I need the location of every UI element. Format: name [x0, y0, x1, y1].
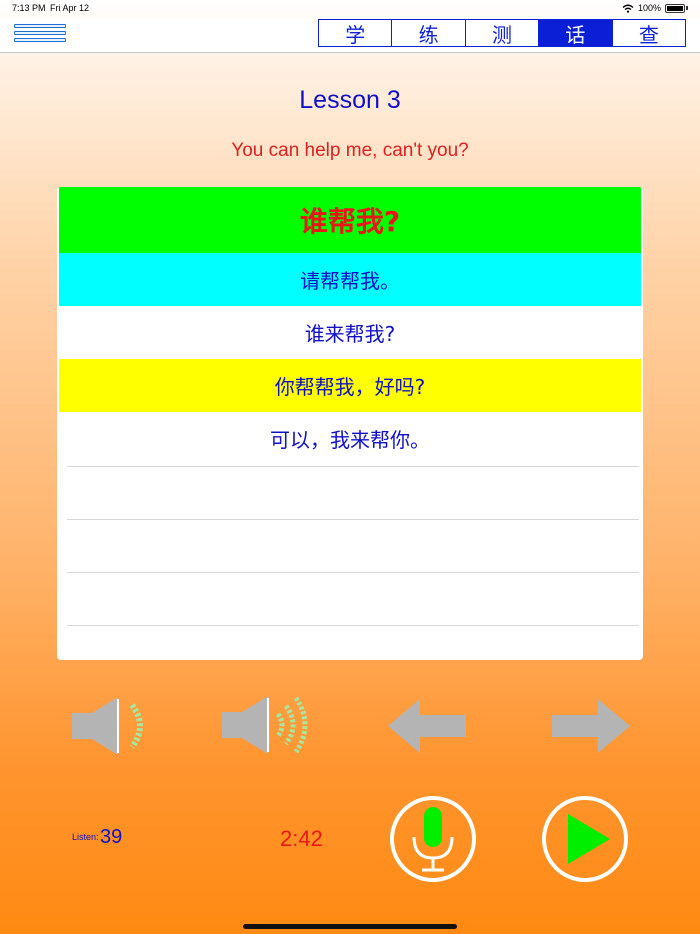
top-bar: 学 练 测 话 查: [0, 18, 700, 53]
dialog-line[interactable]: 请帮帮我。: [59, 253, 641, 306]
listen-count: 39: [100, 826, 123, 848]
listen-label: Listen:: [72, 832, 99, 842]
speaker-soft-icon[interactable]: [70, 695, 154, 757]
dialog-panel: 谁帮我? 请帮帮我。 谁来帮我? 你帮帮我，好吗? 可以，我来帮你。: [57, 187, 643, 660]
battery-icon: [665, 3, 685, 13]
lesson-subtitle: You can help me, can't you?: [231, 140, 469, 161]
row-divider: [67, 519, 639, 520]
battery-percent: 100%: [637, 3, 661, 13]
mode-tabs: 学 练 测 话 查: [318, 19, 686, 47]
row-divider: [67, 466, 639, 467]
row-divider: [67, 572, 639, 573]
timer: 2:42: [280, 826, 323, 851]
tab-lookup[interactable]: 查: [612, 20, 686, 47]
status-date: Fri Apr 12: [50, 3, 90, 13]
dialog-header[interactable]: 谁帮我?: [59, 187, 641, 253]
battery-tip: [686, 6, 688, 10]
menu-icon[interactable]: [14, 24, 68, 44]
microphone-icon[interactable]: [388, 794, 478, 884]
arrow-left-icon[interactable]: [386, 697, 468, 755]
tab-test[interactable]: 测: [465, 20, 540, 47]
lesson-title: Lesson 3: [299, 86, 401, 114]
tab-learn[interactable]: 学: [319, 20, 393, 47]
dialog-line[interactable]: 谁来帮我?: [59, 306, 641, 359]
tab-practice[interactable]: 练: [392, 20, 466, 47]
home-indicator[interactable]: [243, 924, 457, 929]
wifi-icon: [622, 4, 634, 13]
row-divider: [67, 625, 639, 626]
status-time: 7:13 PM: [12, 3, 46, 13]
arrow-right-icon[interactable]: [550, 697, 632, 755]
dialog-line[interactable]: 你帮帮我，好吗?: [59, 359, 641, 412]
play-icon[interactable]: [540, 794, 630, 884]
dialog-line[interactable]: 可以，我来帮你。: [59, 412, 641, 465]
status-bar: 7:13 PM Fri Apr 12 100%: [0, 0, 700, 18]
tab-dialogue[interactable]: 话: [539, 20, 613, 47]
speaker-loud-icon[interactable]: [220, 692, 320, 758]
status-right: 100%: [622, 3, 688, 13]
